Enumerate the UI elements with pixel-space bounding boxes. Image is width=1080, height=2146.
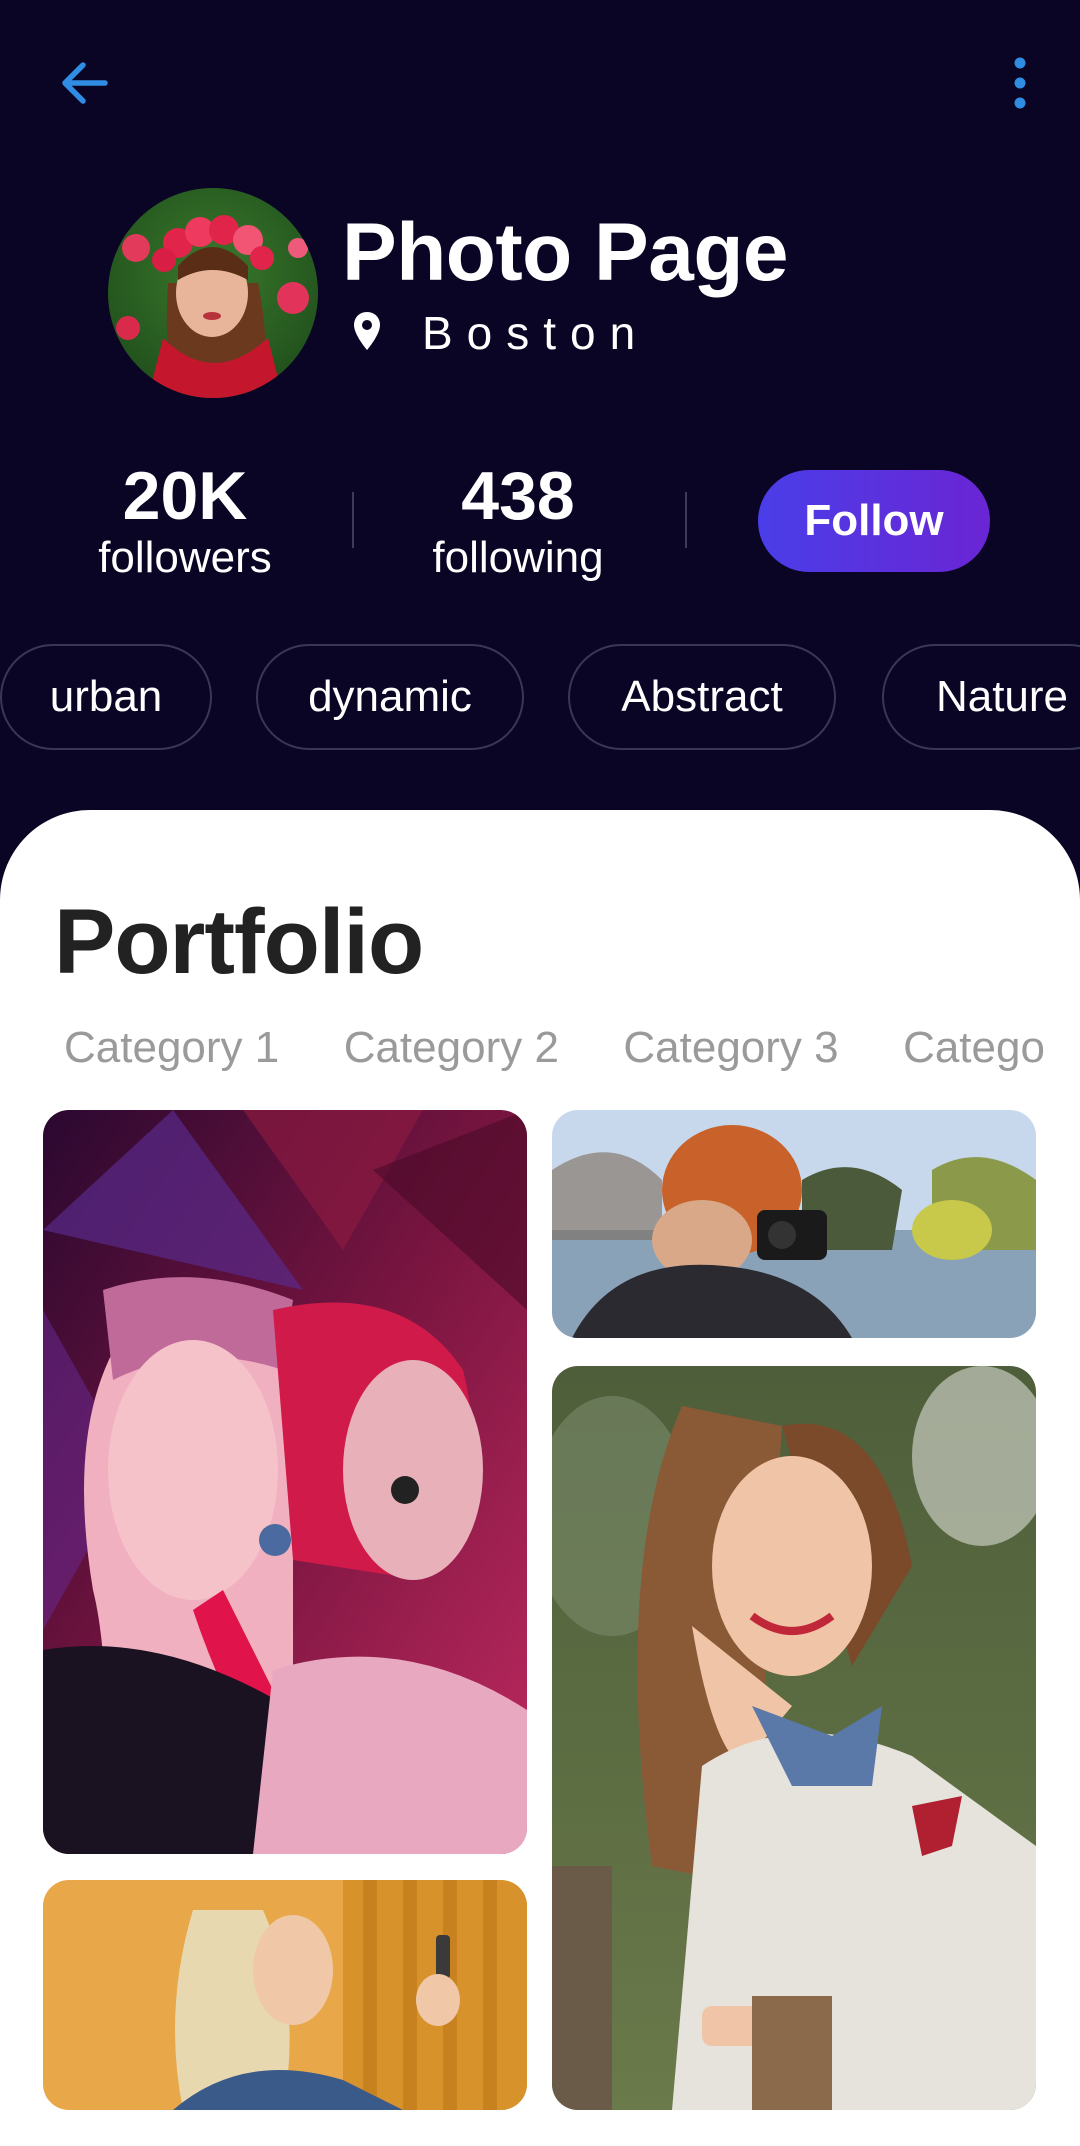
photo-image <box>43 1880 527 2110</box>
avatar[interactable] <box>108 188 318 398</box>
tag-chip[interactable]: dynamic <box>256 644 524 750</box>
photo-image <box>43 1110 527 1854</box>
follow-button[interactable]: Follow <box>758 470 990 572</box>
portfolio-sheet: Portfolio Category 1 Category 2 Category… <box>0 810 1080 2146</box>
photo-tile[interactable] <box>43 1110 527 1854</box>
location-text: Boston <box>422 307 650 359</box>
followers-label: followers <box>98 533 272 582</box>
more-vertical-icon <box>1010 55 1030 116</box>
category-tabs: Category 1 Category 2 Category 3 Categor… <box>64 1020 1046 1080</box>
category-tab[interactable]: Category 3 <box>623 1020 838 1076</box>
stat-divider <box>352 492 354 548</box>
stats-row: 20K followers 438 following Follow <box>0 460 1080 590</box>
tag-chips: urban dynamic Abstract Nature <box>0 644 1080 756</box>
photo-image <box>552 1366 1036 2110</box>
tag-chip[interactable]: Abstract <box>568 644 836 750</box>
avatar-image <box>108 188 318 398</box>
category-tab[interactable]: Category 4 <box>903 1020 1046 1076</box>
map-pin-icon <box>352 310 382 357</box>
photo-image <box>552 1110 1036 1338</box>
tag-chip[interactable]: urban <box>0 644 212 750</box>
following-label: following <box>432 533 604 582</box>
followers-count: 20K <box>122 458 248 534</box>
profile-name: Photo Page <box>342 207 789 298</box>
location-row: Boston <box>352 303 649 363</box>
stat-divider <box>685 492 687 548</box>
back-button[interactable] <box>50 50 120 120</box>
category-tab[interactable]: Category 2 <box>344 1020 559 1076</box>
tag-chip[interactable]: Nature <box>882 644 1080 750</box>
more-options-button[interactable] <box>985 50 1055 120</box>
followers-stat[interactable]: 20K followers <box>45 460 325 584</box>
top-bar <box>0 0 1080 170</box>
category-tab[interactable]: Category 1 <box>64 1020 279 1076</box>
following-stat[interactable]: 438 following <box>378 460 658 584</box>
photo-tile[interactable] <box>43 1880 527 2110</box>
photo-tile[interactable] <box>552 1366 1036 2110</box>
photo-tile[interactable] <box>552 1110 1036 1338</box>
following-count: 438 <box>461 458 575 534</box>
portfolio-title: Portfolio <box>54 891 424 993</box>
profile-header: Photo Page Boston <box>108 188 1008 398</box>
arrow-left-icon <box>57 55 113 116</box>
